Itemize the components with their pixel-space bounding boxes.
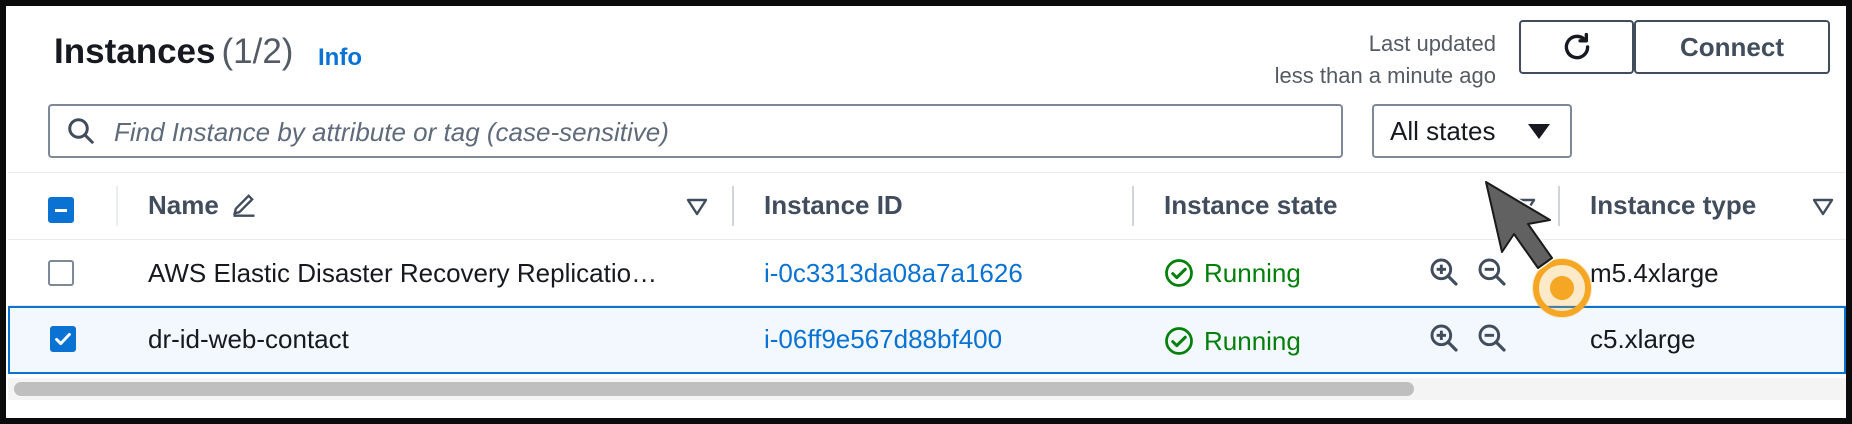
row-checkbox[interactable] — [50, 326, 76, 352]
state-filter-value: All states — [1390, 115, 1496, 146]
last-updated-value: less than a minute ago — [1274, 63, 1496, 88]
pencil-icon — [233, 194, 255, 217]
scrollbar-thumb[interactable] — [14, 382, 1414, 396]
refresh-icon — [1564, 32, 1589, 60]
column-separator[interactable] — [732, 186, 734, 226]
column-separator — [116, 186, 118, 226]
check-circle-icon — [1165, 259, 1193, 287]
instance-state: Running — [1204, 326, 1301, 356]
column-name-label: Name — [148, 190, 219, 220]
state-filter-select[interactable]: All states — [1372, 104, 1572, 158]
instance-type: c5.xlarge — [1590, 324, 1696, 354]
column-header-instance-id[interactable]: Instance ID — [764, 190, 903, 221]
info-link[interactable]: Info — [318, 44, 362, 72]
instance-id-link[interactable]: i-06ff9e567d88bf400 — [764, 324, 1002, 355]
caret-down-icon — [1528, 124, 1550, 139]
column-separator[interactable] — [1132, 186, 1134, 226]
page-title: Instances (1/2) — [54, 32, 293, 72]
refresh-button[interactable] — [1519, 20, 1634, 74]
search-input[interactable] — [112, 114, 1316, 150]
search-icon — [68, 118, 94, 144]
column-header-name[interactable]: Name — [148, 190, 258, 221]
row-checkbox[interactable] — [48, 260, 74, 286]
checkmark-icon — [55, 332, 71, 346]
connect-button[interactable]: Connect — [1634, 20, 1830, 74]
mouse-pointer-icon — [1483, 179, 1592, 318]
zoom-in-icon[interactable] — [1428, 322, 1460, 354]
sort-caret-icon[interactable] — [1812, 198, 1834, 216]
title-text: Instances — [54, 32, 216, 71]
sort-caret-icon[interactable] — [686, 198, 708, 216]
search-box — [48, 104, 1343, 158]
instance-id-link[interactable]: i-0c3313da08a7a1626 — [764, 258, 1023, 289]
last-updated: Last updated less than a minute ago — [1275, 28, 1496, 92]
zoom-in-icon[interactable] — [1428, 256, 1460, 288]
selection-count: (1/2) — [221, 32, 294, 71]
check-circle-icon — [1165, 327, 1193, 355]
last-updated-label: Last updated — [1368, 31, 1496, 56]
column-header-instance-state[interactable]: Instance state — [1164, 190, 1337, 221]
select-all-checkbox[interactable] — [48, 197, 74, 223]
instances-panel: Instances (1/2) Info Last updated less th… — [0, 0, 1852, 424]
instance-state: Running — [1204, 258, 1301, 288]
instance-name: AWS Elastic Disaster Recovery Replicatio… — [148, 258, 658, 288]
instance-name: dr-id-web-contact — [148, 324, 349, 354]
